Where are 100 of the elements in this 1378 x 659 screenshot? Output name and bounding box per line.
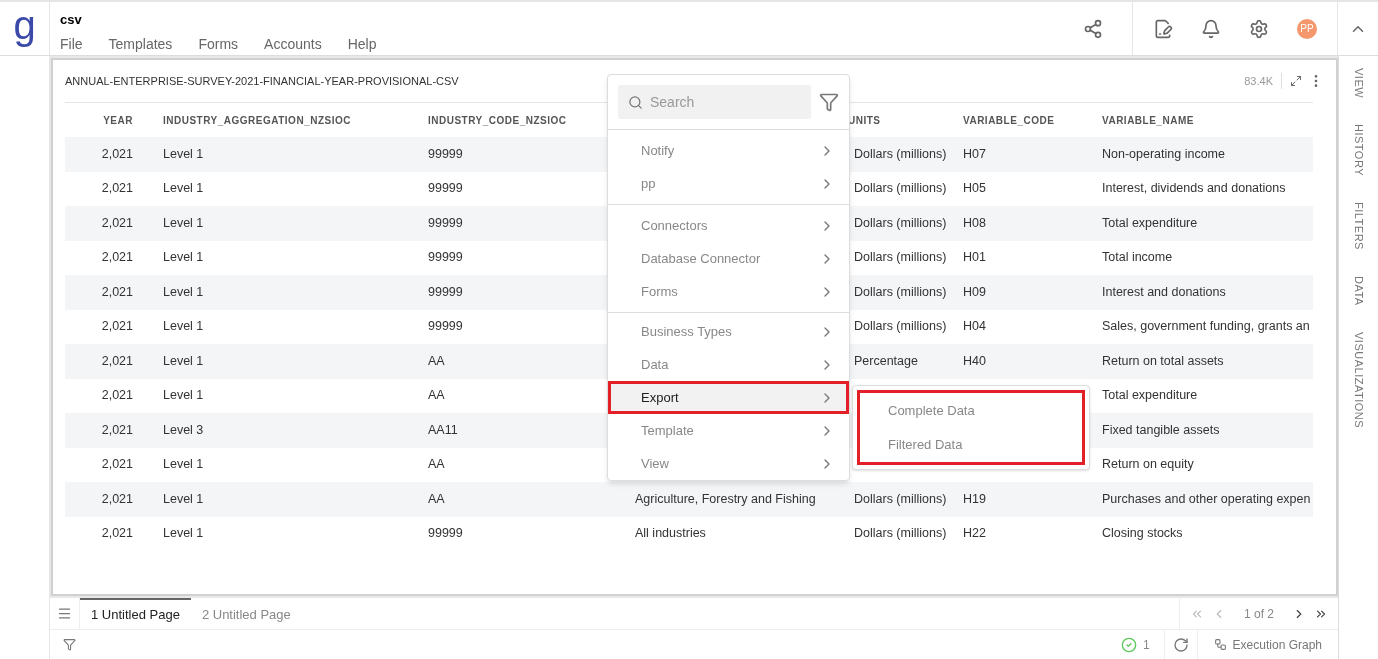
table-cell-text: 99999 (428, 145, 463, 163)
table-cell-text: 2,021 (101, 214, 133, 232)
table-cell-text: Level 1 (163, 180, 204, 198)
table-cell-text: Fixed tangible assets (1102, 421, 1220, 439)
side-tab[interactable]: VISUALIZATIONS (1350, 331, 1367, 428)
table-cell-text: H22 (963, 525, 986, 543)
table-cell-text: Dollars (millions) (854, 145, 947, 163)
table-cell-text: Level 1 (163, 283, 204, 301)
table-cell-text: 99999 (428, 249, 463, 267)
table-cell-text: Total expenditure (1102, 214, 1198, 232)
settings-icon[interactable] (1249, 18, 1269, 39)
menu-item[interactable]: Help (347, 33, 377, 55)
column-header[interactable]: YEAR (103, 112, 133, 128)
table-cell-text: 2,021 (101, 180, 133, 198)
menu-option[interactable]: pp (608, 167, 849, 200)
submenu-option[interactable]: Filtered Data (888, 434, 1082, 454)
table-cell-text: Level 1 (163, 490, 204, 508)
table-cell-text: Dollars (millions) (854, 318, 947, 336)
menu-option[interactable]: Connectors (608, 209, 849, 242)
table-cell-text: AA (428, 490, 445, 508)
success-count: 1 (1142, 636, 1150, 654)
table-cell-text: Return on total assets (1102, 352, 1224, 370)
side-tab[interactable]: DATA (1350, 276, 1367, 306)
expand-icon[interactable] (1290, 75, 1302, 87)
search-icon (628, 95, 643, 110)
menu-option[interactable]: Notify (608, 134, 849, 167)
table-cell-text: 2,021 (101, 387, 133, 405)
table-cell-text: 2,021 (101, 421, 133, 439)
table-cell-text: Dollars (millions) (854, 525, 947, 543)
table-cell-text: H08 (963, 214, 986, 232)
filter-icon[interactable] (63, 638, 76, 651)
table-cell-text: H09 (963, 283, 986, 301)
table-cell-text: Interest, dividends and donations (1102, 180, 1286, 198)
table-cell-text: 2,021 (101, 456, 133, 474)
bell-icon[interactable] (1201, 18, 1221, 39)
table-cell-text: All industries (635, 525, 706, 543)
table-cell-text: 2,021 (101, 145, 133, 163)
table-cell-text: 99999 (428, 214, 463, 232)
execution-graph-button[interactable]: Execution Graph (1196, 630, 1338, 659)
table-cell-text: AA (428, 387, 445, 405)
panel-title: ANNUAL-ENTERPRISE-SURVEY-2021-FINANCIAL-YEAR-PROVISIONAL-CSV (65, 73, 460, 89)
table-cell-text: AA (428, 352, 445, 370)
table-cell-text: 99999 (428, 318, 463, 336)
side-tab[interactable]: HISTORY (1350, 124, 1367, 177)
table-cell-text: H19 (963, 490, 986, 508)
search-field[interactable]: Search (618, 85, 811, 119)
menu-item[interactable]: Forms (198, 33, 239, 55)
table-cell-text: H01 (963, 249, 986, 267)
table-cell-text: H40 (963, 352, 986, 370)
side-tab[interactable]: FILTERS (1350, 202, 1367, 251)
table-cell-text: 99999 (428, 283, 463, 301)
table-cell-text: Dollars (millions) (854, 180, 947, 198)
table-cell-text: Level 1 (163, 525, 204, 543)
table-cell-text: Dollars (millions) (854, 249, 947, 267)
table-cell-text: Dollars (millions) (854, 490, 947, 508)
menu-item[interactable]: Templates (108, 33, 173, 55)
submenu-option[interactable]: Complete Data (888, 401, 1082, 421)
menu-item[interactable]: Accounts (264, 33, 322, 55)
menu-option[interactable]: Export (608, 381, 849, 414)
menu-option[interactable]: View (608, 447, 849, 480)
graph-icon (1213, 638, 1227, 651)
table-cell-text: 2,021 (101, 283, 133, 301)
table-cell-text: Level 1 (163, 456, 204, 474)
table-cell-text: 2,021 (101, 352, 133, 370)
logo: g (13, 4, 36, 45)
column-header[interactable]: VARIABLE_CODE (963, 112, 1055, 128)
page-tab[interactable]: 1 Untitled Page (80, 598, 191, 629)
menu-item[interactable]: File (60, 33, 83, 55)
table-cell-text: 99999 (428, 180, 463, 198)
table-cell-text: Level 1 (163, 145, 204, 163)
table-cell-text: Level 1 (163, 318, 204, 336)
menu-option[interactable]: Data (608, 348, 849, 381)
menu-option[interactable]: Database Connector (608, 242, 849, 275)
row-count: 83.4K (1244, 72, 1282, 90)
table-cell-text: Return on equity (1102, 456, 1194, 474)
table-cell-text: Dollars (millions) (854, 283, 947, 301)
table-cell-text: Agriculture, Forestry and Fishing (635, 490, 816, 508)
menu-option[interactable]: Business Types (608, 315, 849, 348)
menu-icon[interactable] (57, 606, 72, 621)
table-cell-text: Level 1 (163, 249, 204, 267)
filter-icon[interactable] (819, 92, 839, 112)
column-header[interactable]: INDUSTRY_CODE_NZSIOC (428, 112, 567, 128)
run-icon[interactable] (1172, 636, 1189, 653)
column-header[interactable]: VARIABLE_NAME (1102, 112, 1194, 128)
menu-option[interactable]: Forms (608, 275, 849, 308)
share-icon[interactable] (1082, 18, 1103, 39)
menu-option[interactable]: Template (608, 414, 849, 447)
edit-document-icon[interactable] (1153, 18, 1173, 39)
table-cell-text: Interest and donations (1102, 283, 1226, 301)
table-cell-text: Percentage (854, 352, 918, 370)
table-cell-text: Non-operating income (1102, 145, 1225, 163)
table-cell-text: 2,021 (101, 318, 133, 336)
column-header[interactable]: INDUSTRY_AGGREGATION_NZSIOC (163, 112, 351, 128)
table-cell-text: 2,021 (101, 490, 133, 508)
table-cell-text: H05 (963, 180, 986, 198)
side-tab[interactable]: VIEW (1350, 68, 1367, 99)
page-tab[interactable]: 2 Untitled Page (190, 598, 302, 629)
table-cell-text: Purchases and other operating expen (1102, 490, 1311, 508)
table-cell-text: Closing stocks (1102, 525, 1183, 543)
table-cell-text: Total income (1102, 249, 1173, 267)
